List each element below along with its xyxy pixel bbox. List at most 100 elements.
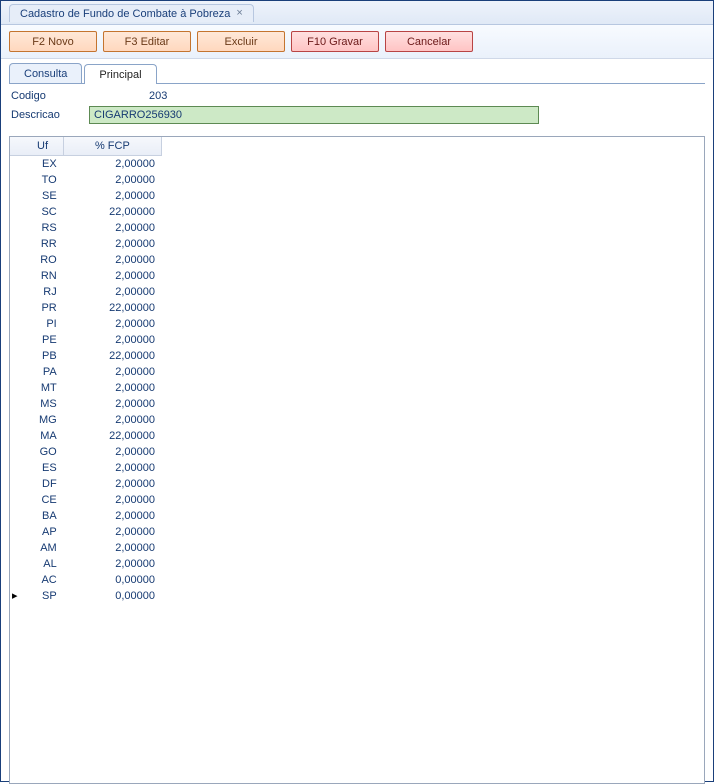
fcp-cell[interactable]: 2,00000 <box>63 476 161 492</box>
table-row[interactable]: RO2,00000 <box>10 252 162 268</box>
table-row[interactable]: AC0,00000 <box>10 572 162 588</box>
excluir-button[interactable]: Excluir <box>197 31 285 52</box>
uf-cell[interactable]: GO <box>22 444 63 460</box>
uf-cell[interactable]: RS <box>22 220 63 236</box>
uf-cell[interactable]: RJ <box>22 284 63 300</box>
uf-cell[interactable]: CE <box>22 492 63 508</box>
uf-cell[interactable]: AP <box>22 524 63 540</box>
uf-cell[interactable]: RN <box>22 268 63 284</box>
fcp-cell[interactable]: 2,00000 <box>63 396 161 412</box>
table-row[interactable]: RJ2,00000 <box>10 284 162 300</box>
fcp-cell[interactable]: 2,00000 <box>63 220 161 236</box>
table-row[interactable]: RN2,00000 <box>10 268 162 284</box>
uf-cell[interactable]: PE <box>22 332 63 348</box>
gravar-button[interactable]: F10 Gravar <box>291 31 379 52</box>
col-uf[interactable]: Uf <box>22 137 63 156</box>
table-row[interactable]: AL2,00000 <box>10 556 162 572</box>
uf-cell[interactable]: MT <box>22 380 63 396</box>
fcp-cell[interactable]: 2,00000 <box>63 236 161 252</box>
uf-cell[interactable]: DF <box>22 476 63 492</box>
fcp-cell[interactable]: 22,00000 <box>63 348 161 364</box>
editar-button[interactable]: F3 Editar <box>103 31 191 52</box>
table-row[interactable]: GO2,00000 <box>10 444 162 460</box>
descricao-input[interactable] <box>89 106 539 124</box>
table-row[interactable]: PB22,00000 <box>10 348 162 364</box>
uf-cell[interactable]: SE <box>22 188 63 204</box>
uf-cell[interactable]: BA <box>22 508 63 524</box>
uf-cell[interactable]: AC <box>22 572 63 588</box>
uf-cell[interactable]: SP <box>22 588 63 604</box>
fcp-cell[interactable]: 2,00000 <box>63 540 161 556</box>
table-row[interactable]: RR2,00000 <box>10 236 162 252</box>
tab-consulta[interactable]: Consulta <box>9 63 82 83</box>
fcp-cell[interactable]: 0,00000 <box>63 572 161 588</box>
tab-principal[interactable]: Principal <box>84 64 156 84</box>
fcp-cell[interactable]: 2,00000 <box>63 492 161 508</box>
fcp-cell[interactable]: 2,00000 <box>63 316 161 332</box>
fcp-cell[interactable]: 2,00000 <box>63 556 161 572</box>
fcp-cell[interactable]: 2,00000 <box>63 268 161 284</box>
uf-cell[interactable]: PB <box>22 348 63 364</box>
uf-cell[interactable]: RO <box>22 252 63 268</box>
table-row[interactable]: AM2,00000 <box>10 540 162 556</box>
fcp-cell[interactable]: 2,00000 <box>63 460 161 476</box>
table-row[interactable]: TO2,00000 <box>10 172 162 188</box>
fcp-cell[interactable]: 22,00000 <box>63 300 161 316</box>
uf-cell[interactable]: AM <box>22 540 63 556</box>
table-row[interactable]: ES2,00000 <box>10 460 162 476</box>
uf-cell[interactable]: PA <box>22 364 63 380</box>
uf-cell[interactable]: AL <box>22 556 63 572</box>
fcp-cell[interactable]: 2,00000 <box>63 172 161 188</box>
uf-cell[interactable]: EX <box>22 156 63 173</box>
table-row[interactable]: PA2,00000 <box>10 364 162 380</box>
table-row[interactable]: SE2,00000 <box>10 188 162 204</box>
fcp-cell[interactable]: 2,00000 <box>63 284 161 300</box>
table-row[interactable]: ▸SP0,00000 <box>10 588 162 604</box>
table-row[interactable]: SC22,00000 <box>10 204 162 220</box>
window-tab[interactable]: Cadastro de Fundo de Combate à Pobreza × <box>9 4 254 22</box>
table-row[interactable]: RS2,00000 <box>10 220 162 236</box>
fcp-cell[interactable]: 2,00000 <box>63 332 161 348</box>
uf-cell[interactable]: ES <box>22 460 63 476</box>
uf-cell[interactable]: SC <box>22 204 63 220</box>
uf-cell[interactable]: MA <box>22 428 63 444</box>
grid-panel[interactable]: Uf % FCP EX2,00000TO2,00000SE2,00000SC22… <box>9 136 705 784</box>
table-row[interactable]: MS2,00000 <box>10 396 162 412</box>
table-row[interactable]: DF2,00000 <box>10 476 162 492</box>
fcp-table[interactable]: Uf % FCP EX2,00000TO2,00000SE2,00000SC22… <box>10 137 162 604</box>
cancelar-button[interactable]: Cancelar <box>385 31 473 52</box>
table-row[interactable]: MA22,00000 <box>10 428 162 444</box>
table-row[interactable]: MT2,00000 <box>10 380 162 396</box>
table-row[interactable]: EX2,00000 <box>10 156 162 173</box>
table-row[interactable]: CE2,00000 <box>10 492 162 508</box>
uf-cell[interactable]: MS <box>22 396 63 412</box>
uf-cell[interactable]: PR <box>22 300 63 316</box>
fcp-cell[interactable]: 2,00000 <box>63 380 161 396</box>
uf-cell[interactable]: PI <box>22 316 63 332</box>
uf-cell[interactable]: RR <box>22 236 63 252</box>
fcp-cell[interactable]: 2,00000 <box>63 364 161 380</box>
fcp-cell[interactable]: 2,00000 <box>63 524 161 540</box>
fcp-cell[interactable]: 2,00000 <box>63 508 161 524</box>
uf-cell[interactable]: TO <box>22 172 63 188</box>
fcp-cell[interactable]: 2,00000 <box>63 412 161 428</box>
table-row[interactable]: AP2,00000 <box>10 524 162 540</box>
table-row[interactable]: BA2,00000 <box>10 508 162 524</box>
row-marker-icon <box>10 444 22 460</box>
fcp-cell[interactable]: 2,00000 <box>63 444 161 460</box>
fcp-cell[interactable]: 0,00000 <box>63 588 161 604</box>
novo-button[interactable]: F2 Novo <box>9 31 97 52</box>
table-row[interactable]: MG2,00000 <box>10 412 162 428</box>
table-row[interactable]: PR22,00000 <box>10 300 162 316</box>
uf-cell[interactable]: MG <box>22 412 63 428</box>
table-row[interactable]: PI2,00000 <box>10 316 162 332</box>
col-fcp[interactable]: % FCP <box>63 137 161 156</box>
fcp-cell[interactable]: 22,00000 <box>63 428 161 444</box>
fcp-cell[interactable]: 2,00000 <box>63 252 161 268</box>
fcp-cell[interactable]: 22,00000 <box>63 204 161 220</box>
close-icon[interactable]: × <box>236 8 242 19</box>
table-row[interactable]: PE2,00000 <box>10 332 162 348</box>
fcp-cell[interactable]: 2,00000 <box>63 156 161 173</box>
fcp-cell[interactable]: 2,00000 <box>63 188 161 204</box>
row-marker-icon <box>10 572 22 588</box>
